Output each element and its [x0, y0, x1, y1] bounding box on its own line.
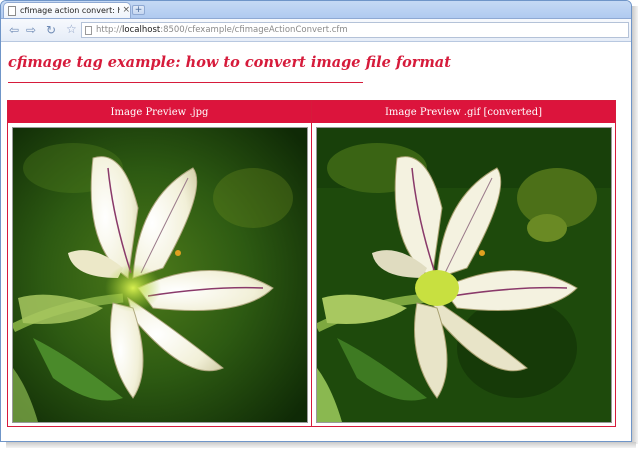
column-header-gif: Image Preview .gif [converted] — [312, 101, 615, 123]
page-title: cfimage tag example: how to convert imag… — [8, 54, 451, 71]
window-shadow-right — [632, 6, 638, 444]
page-icon — [8, 5, 16, 16]
column-header-jpg: Image Preview .jpg — [8, 101, 311, 123]
browser-window: cfimage action convert: ho... × + ⇦ ⇨ ↻ … — [0, 0, 632, 442]
window-shadow-bottom — [6, 442, 636, 448]
url-prefix: http:// — [96, 25, 123, 35]
url-path: :8500/cfexample/cfimageActionConvert.cfm — [160, 25, 348, 35]
title-underline — [8, 82, 363, 83]
browser-tab[interactable]: cfimage action convert: ho... × — [3, 2, 131, 18]
bookmark-star-icon[interactable]: ☆ — [66, 22, 77, 36]
close-tab-icon[interactable]: × — [122, 6, 130, 15]
page-content: cfimage tag example: how to convert imag… — [1, 42, 631, 441]
address-bar[interactable]: http://localhost:8500/cfexample/cfimageA… — [81, 22, 629, 38]
new-tab-button[interactable]: + — [132, 5, 145, 15]
url-host: localhost — [122, 25, 161, 35]
gif-column: Image Preview .gif [converted] — [311, 101, 615, 426]
browser-toolbar: ⇦ ⇨ ↻ ☆ http://localhost:8500/cfexample/… — [1, 19, 631, 42]
jpg-preview-image — [12, 127, 308, 423]
forward-arrow-icon[interactable]: ⇨ — [24, 23, 38, 37]
page-icon — [85, 25, 92, 35]
jpg-column: Image Preview .jpg — [8, 101, 311, 426]
preview-table: Image Preview .jpg Image Preview .gif [c… — [7, 100, 616, 427]
tab-strip: cfimage action convert: ho... × + — [1, 1, 631, 19]
reload-icon[interactable]: ↻ — [44, 23, 58, 37]
tab-title: cfimage action convert: ho... — [20, 6, 120, 15]
gif-preview-image — [316, 127, 612, 423]
back-arrow-icon[interactable]: ⇦ — [7, 23, 21, 37]
